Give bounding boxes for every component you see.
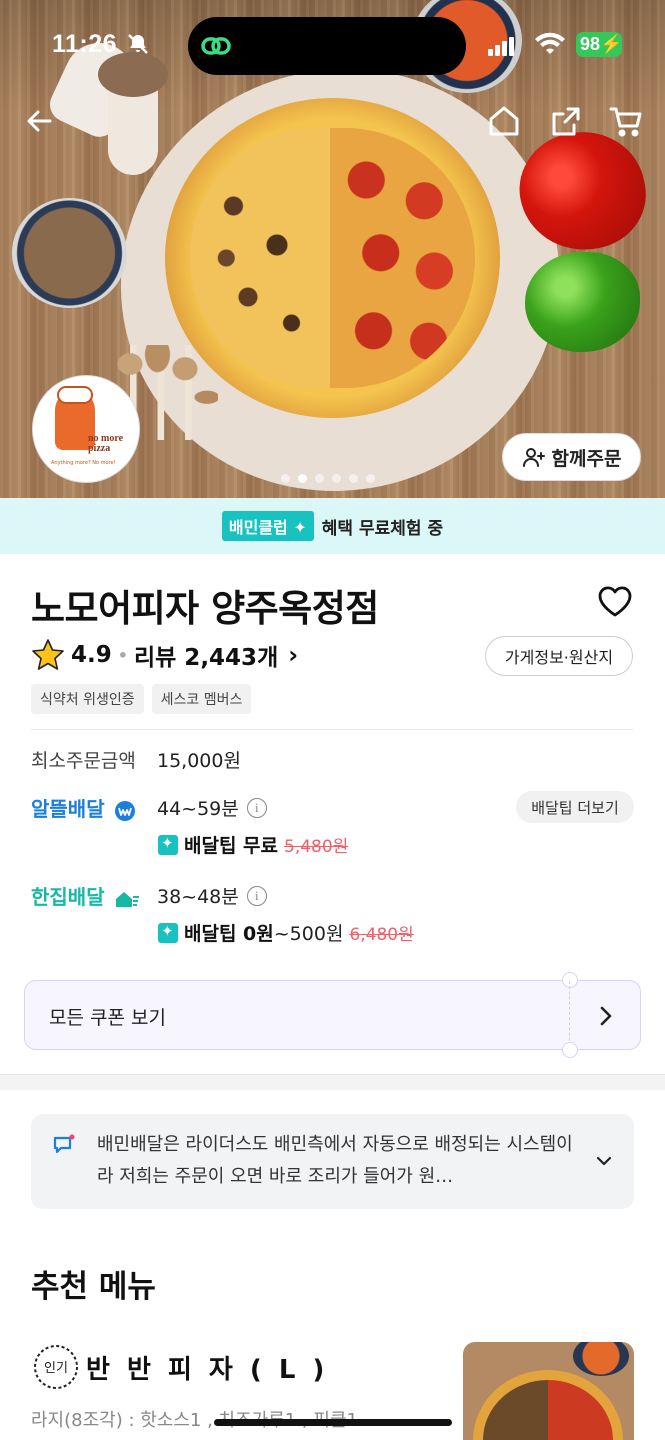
rating-value: 4.9 [71,642,112,668]
coupon-perforation [569,981,570,1051]
carousel-dot[interactable] [281,474,290,483]
heart-icon[interactable] [596,583,634,619]
coupon-notch [562,972,578,988]
store-hero-image[interactable]: 11:26 98⚡ no more pizza Anything more? N… [0,0,665,498]
home-indicator [214,1419,452,1426]
info-icon[interactable]: i [246,885,267,906]
store-logo: no more pizza Anything more? No more! [32,375,140,483]
bell-muted-icon [128,34,148,54]
hanjip-tip-row: 배달팁 0원~500원 6,480원 [158,919,414,946]
store-tags: 식약처 위생인증 세스코 멤버스 [31,684,252,714]
tag-cesco: 세스코 멤버스 [151,684,252,714]
club-sparkle-icon [158,922,178,943]
carousel-dot[interactable] [349,474,358,483]
coupon-notch [562,1042,578,1058]
baemin-club-banner[interactable]: 배민클럽 ✦ 혜택 무료체험 중 [0,498,665,554]
alddeul-tip-row: 배달팁 무료 5,480원 [158,831,348,858]
menu-item-name: 반 반 피 자 ( L ) [86,1355,329,1385]
alddeul-tip-original: 5,480원 [284,837,349,857]
logo-brand-text: no more pizza [88,433,124,454]
hanjip-house-icon [115,891,139,907]
share-icon[interactable] [546,101,586,141]
bulgogi-bowl [12,198,127,308]
info-icon[interactable]: i [246,797,267,818]
chevron-right-icon [600,1006,612,1026]
carousel-dot[interactable] [298,474,307,483]
hanjip-time: 38~48분 [157,886,239,908]
review-count: 리뷰 2,443개 [133,645,279,671]
hanjip-tip-range: ~500원 [273,923,344,945]
menu-item-photo [463,1342,634,1440]
store-info-button[interactable]: 가게정보·원산지 [485,636,633,676]
hanjip-name: 한집배달 [31,885,105,909]
cart-icon[interactable] [606,101,646,141]
alddeul-badge-icon [114,800,135,821]
coupon-label: 모든 쿠폰 보기 [49,1007,166,1029]
carousel-dots [281,474,375,483]
club-badge-text: 배민클럽 [228,518,288,537]
alddeul-delivery-label: 알뜰배달 [31,793,136,822]
popular-badge-icon: 인기 [34,1345,78,1389]
status-time: 11:26 [52,30,118,58]
alddeul-tip: 배달팁 무료 [184,835,279,857]
min-order-value: 15,000원 [157,750,241,772]
recommended-title: 추천 메뉴 [31,1269,156,1305]
hanjip-delivery-label: 한집배달 [31,881,140,910]
add-person-icon [522,448,545,467]
club-banner-text: 혜택 무료체험 중 [321,518,444,539]
cellular-signal-icon [488,37,514,56]
carousel-dot[interactable] [366,474,375,483]
club-sparkle-icon [158,834,178,855]
logo-tagline: Anything more? No more! [51,460,116,466]
together-order-label: 함께주문 [551,447,622,470]
tag-hygiene: 식약처 위생인증 [31,684,144,714]
carousel-dot[interactable] [315,474,324,483]
popular-badge-text: 인기 [44,1361,68,1376]
alddeul-time-row: 44~59분 i [157,794,267,821]
separator-dot: • [117,645,128,665]
battery-indicator: 98⚡ [576,32,622,57]
hanjip-time-row: 38~48분 i [157,882,267,909]
back-arrow-icon[interactable] [20,101,60,141]
alddeul-name: 알뜰배달 [31,797,105,821]
club-badge: 배민클럽 ✦ [221,511,314,541]
chevron-right-icon: › [288,641,299,669]
megaphone-icon [53,1134,75,1154]
chef-hat [57,386,93,404]
carousel-dot[interactable] [332,474,341,483]
battery-level: 98 [580,34,601,54]
status-bar: 11:26 98⚡ [0,0,665,94]
home-icon[interactable] [484,101,524,141]
alddeul-time: 44~59분 [157,798,239,820]
store-notice[interactable]: 배민배달은 라이더스도 배민측에서 자동으로 배정되는 시스템이라 저희는 주문… [31,1114,634,1209]
divider [31,729,633,730]
dynamic-island [188,17,466,75]
star-icon [32,639,64,670]
tip-more-button[interactable]: 배달팁 더보기 [516,791,634,823]
notice-text: 배민배달은 라이더스도 배민측에서 자동으로 배정되는 시스템이라 저희는 주문… [97,1134,573,1187]
green-pepper [525,252,640,352]
store-name: 노모어피자 양주옥정점 [31,587,379,630]
all-coupons-button[interactable]: 모든 쿠폰 보기 [24,972,641,1058]
chevron-down-icon[interactable] [593,1150,615,1172]
wifi-icon [535,32,565,54]
link-app-icon [201,37,231,55]
section-divider [0,1074,665,1090]
hanjip-tip-original: 6,480원 [349,925,414,945]
together-order-button[interactable]: 함께주문 [502,433,641,481]
min-order-label: 최소주문금액 [31,750,136,772]
rating-row[interactable]: 4.9 • 리뷰 2,443개 › [31,637,298,673]
hanjip-tip: 배달팁 0원 [184,923,274,945]
